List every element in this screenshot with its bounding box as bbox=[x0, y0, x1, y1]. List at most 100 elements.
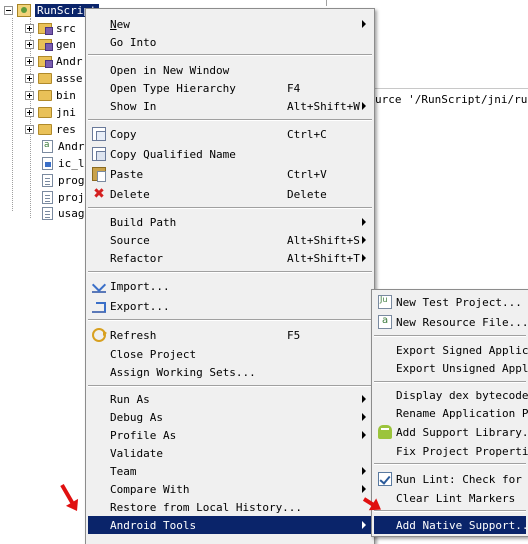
menu-item-paste[interactable]: Paste Ctrl+V bbox=[88, 165, 372, 183]
tree-item[interactable]: usag bbox=[40, 206, 85, 222]
collapse-icon[interactable] bbox=[4, 5, 13, 15]
menu-item-android-tools[interactable]: Android Tools bbox=[88, 516, 372, 534]
menu-item-add-native-support[interactable]: Add Native Support... bbox=[374, 516, 528, 534]
expand-icon[interactable] bbox=[25, 108, 34, 117]
folder-icon bbox=[38, 107, 52, 118]
tree-item[interactable]: Andr bbox=[40, 138, 85, 154]
menu-item-label: New bbox=[110, 18, 130, 31]
menu-item-export-signed[interactable]: Export Signed Applicati bbox=[374, 341, 528, 359]
menu-separator bbox=[88, 54, 372, 56]
context-menu: New Go Into Open in New Window Open Type… bbox=[85, 8, 375, 544]
submenu-arrow-icon bbox=[362, 431, 366, 439]
menu-item-import[interactable]: Import... bbox=[88, 277, 372, 295]
menu-item-refactor[interactable]: Refactor Alt+Shift+T bbox=[88, 249, 372, 267]
menu-item-shortcut: Alt+Shift+W bbox=[287, 99, 360, 113]
tree-item[interactable]: bin bbox=[25, 88, 76, 104]
expand-icon[interactable] bbox=[25, 40, 34, 50]
expand-icon[interactable] bbox=[25, 74, 34, 84]
menu-item-export[interactable]: Export... bbox=[88, 297, 372, 315]
expand-icon[interactable] bbox=[25, 57, 34, 67]
folder-icon bbox=[38, 90, 52, 102]
menu-item-assign-working-sets[interactable]: Assign Working Sets... bbox=[88, 363, 372, 381]
menu-item-label: Delete bbox=[110, 187, 150, 201]
menu-item-debug-as[interactable]: Debug As bbox=[88, 408, 372, 426]
menu-item-label: Source bbox=[110, 233, 150, 247]
import-icon bbox=[92, 279, 106, 293]
tree-item[interactable]: proj bbox=[40, 189, 85, 205]
tree-item[interactable]: ic_l bbox=[40, 155, 85, 171]
menu-item-run-as[interactable]: Run As bbox=[88, 390, 372, 408]
menu-separator bbox=[374, 463, 526, 465]
menu-item-open-type-hierarchy[interactable]: Open Type Hierarchy F4 bbox=[88, 79, 372, 97]
menu-item-add-support-library[interactable]: Add Support Library... bbox=[374, 423, 528, 441]
menu-item-label: Go Into bbox=[110, 35, 157, 49]
menu-separator bbox=[88, 119, 372, 121]
expand-icon[interactable] bbox=[25, 91, 34, 101]
menu-item-fix-project-properties[interactable]: Fix Project Properties bbox=[374, 442, 528, 460]
tree-item[interactable]: gen bbox=[25, 37, 76, 53]
menu-item-label: Fix Project Properties bbox=[396, 444, 528, 458]
menu-item-new-resource-file[interactable]: New Resource File... bbox=[374, 313, 528, 331]
menu-item-go-into[interactable]: Go Into bbox=[88, 33, 372, 51]
menu-item-label: Run As bbox=[110, 392, 150, 406]
expand-icon[interactable] bbox=[25, 124, 34, 134]
menu-item-team[interactable]: Team bbox=[88, 462, 372, 480]
menu-item-new[interactable]: New bbox=[88, 15, 372, 33]
menu-item-copy-qualified-name[interactable]: Copy Qualified Name bbox=[88, 145, 372, 163]
tree-item-label: Andr bbox=[56, 55, 83, 69]
menu-item-validate[interactable]: Validate bbox=[88, 444, 372, 462]
tree-item-label: usag bbox=[58, 207, 85, 221]
menu-item-show-in[interactable]: Show In Alt+Shift+W bbox=[88, 97, 372, 115]
menu-item-label: Export... bbox=[110, 299, 170, 313]
tree-item[interactable]: Andr bbox=[25, 54, 83, 70]
menu-item-export-unsigned[interactable]: Export Unsigned Applica bbox=[374, 359, 528, 377]
image-file-icon bbox=[42, 156, 53, 170]
menu-item-label: Show In bbox=[110, 99, 157, 113]
menu-separator bbox=[88, 207, 372, 209]
submenu-arrow-icon bbox=[362, 218, 366, 226]
tree-item[interactable]: asse bbox=[25, 71, 83, 87]
tree-item[interactable]: jni bbox=[25, 105, 76, 121]
new-resource-file-icon bbox=[378, 315, 392, 329]
tree-item-label: proj bbox=[58, 190, 85, 204]
menu-item-run-lint[interactable]: Run Lint: Check for Co bbox=[374, 470, 528, 488]
menu-item-copy[interactable]: Copy Ctrl+C bbox=[88, 125, 372, 143]
menu-item-profile-as[interactable]: Profile As bbox=[88, 426, 372, 444]
tree-item[interactable]: src bbox=[25, 20, 76, 36]
tree-guide-line bbox=[12, 18, 13, 211]
tree-item-label: src bbox=[56, 21, 76, 35]
xml-file-icon bbox=[42, 139, 53, 153]
menu-item-restore-local-history[interactable]: Restore from Local History... bbox=[88, 498, 372, 516]
library-icon bbox=[38, 56, 53, 69]
menu-item-source[interactable]: Source Alt+Shift+S bbox=[88, 231, 372, 249]
tree-item-label: bin bbox=[56, 89, 76, 103]
menu-item-rename-package[interactable]: Rename Application Pack bbox=[374, 404, 528, 422]
menu-item-open-new-window[interactable]: Open in New Window bbox=[88, 61, 372, 79]
menu-item-shortcut: F4 bbox=[287, 81, 301, 95]
menu-separator bbox=[88, 271, 372, 273]
tree-item[interactable]: prog bbox=[40, 172, 85, 188]
menu-item-compare-with[interactable]: Compare With bbox=[88, 480, 372, 498]
menu-item-clear-lint-markers[interactable]: Clear Lint Markers bbox=[374, 489, 526, 507]
menu-item-refresh[interactable]: Refresh F5 bbox=[88, 326, 372, 344]
tree-item-label: asse bbox=[56, 72, 83, 86]
submenu-arrow-icon bbox=[362, 254, 366, 262]
menu-item-label: Assign Working Sets... bbox=[110, 365, 256, 379]
menu-item-label: Copy Qualified Name bbox=[110, 147, 236, 161]
console-divider bbox=[375, 88, 528, 89]
menu-item-close-project[interactable]: Close Project bbox=[88, 345, 372, 363]
menu-separator bbox=[88, 319, 372, 321]
submenu-arrow-icon bbox=[362, 395, 366, 403]
menu-item-label: Android Tools bbox=[110, 518, 197, 532]
menu-item-build-path[interactable]: Build Path bbox=[88, 213, 372, 231]
menu-item-label: Paste bbox=[110, 167, 144, 181]
tree-item[interactable]: res bbox=[25, 121, 76, 137]
tree-item-label: ic_l bbox=[58, 156, 85, 170]
menu-item-display-dex[interactable]: Display dex bytecode bbox=[374, 386, 528, 404]
tree-item-label: Andr bbox=[58, 139, 85, 153]
menu-item-label: Refresh bbox=[110, 328, 157, 342]
menu-item-label: Export Signed Applicati bbox=[396, 343, 528, 357]
expand-icon[interactable] bbox=[25, 23, 34, 33]
menu-item-delete[interactable]: ✖ Delete Delete bbox=[88, 185, 372, 203]
menu-item-new-test-project[interactable]: New Test Project... bbox=[374, 293, 526, 311]
